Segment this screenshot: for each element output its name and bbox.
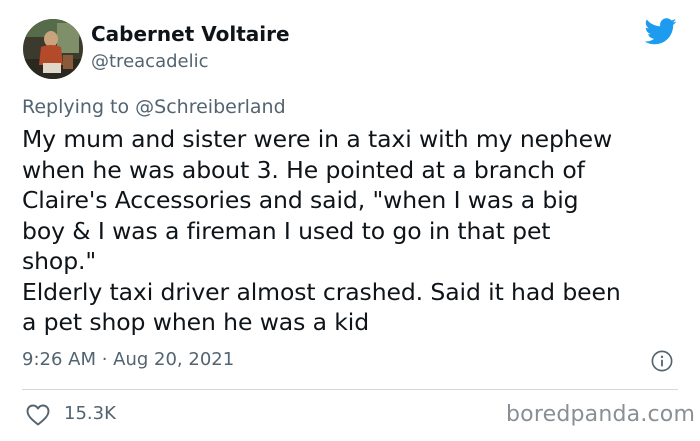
divider <box>22 389 678 390</box>
like-count[interactable]: 15.3K <box>64 403 116 424</box>
tweet-line: boy & I was a fireman I used to go in th… <box>22 216 551 245</box>
tweet-text: My mum and sister were in a taxi with my… <box>22 124 682 338</box>
info-icon[interactable] <box>651 350 673 372</box>
tweet-line: shop." <box>22 247 97 275</box>
display-name[interactable]: Cabernet Voltaire <box>91 22 290 46</box>
tweet-line: a pet shop when he was a kid <box>22 308 370 336</box>
tweet-timestamp[interactable]: 9:26 AM · Aug 20, 2021 <box>22 349 234 370</box>
avatar[interactable] <box>23 19 83 79</box>
twitter-bird-icon[interactable] <box>645 18 677 45</box>
heart-icon[interactable] <box>26 404 50 426</box>
replying-to-label[interactable]: Replying to @Schreiberland <box>22 96 286 118</box>
tweet-line: My mum and sister were in a taxi with my… <box>22 125 613 153</box>
tweet-line: Claire's Accessories and said, "when I w… <box>22 186 579 214</box>
tweet-line: Elderly taxi driver almost crashed. Said… <box>22 277 621 306</box>
watermark: boredpanda.com <box>506 402 696 427</box>
user-handle[interactable]: @treacadelic <box>91 51 209 72</box>
tweet-line: when he was about 3. He pointed at a bra… <box>22 155 585 184</box>
